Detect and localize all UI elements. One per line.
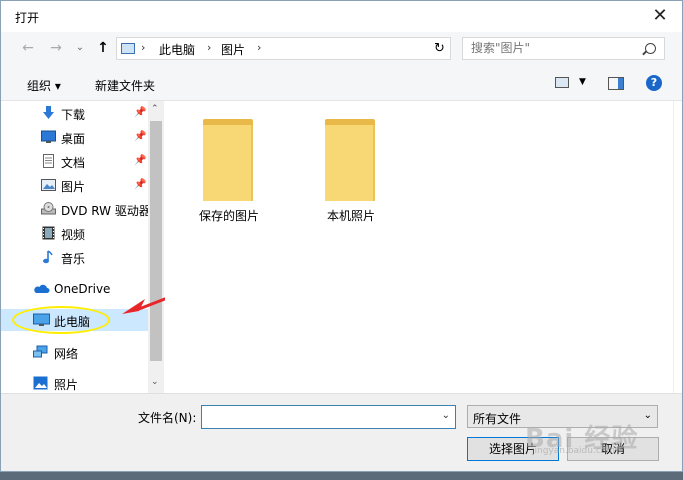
folder-name: 保存的图片 (198, 209, 259, 223)
sidebar-item-videos[interactable]: 视频 (1, 222, 148, 244)
file-list: 保存的图片 本机照片 (165, 101, 673, 393)
chevron-right-icon[interactable]: › (141, 41, 145, 54)
address-bar[interactable]: › 此电脑 › 图片 › ⌄ (116, 37, 535, 60)
breadcrumb-pictures[interactable]: 图片 (221, 41, 245, 58)
help-icon[interactable]: ? (646, 75, 662, 91)
file-name-field[interactable]: ⌄ (201, 405, 456, 429)
command-bar: 组织 ▾ 新建文件夹 ▼ ? (1, 65, 682, 101)
folder-item[interactable]: 保存的图片 (179, 119, 279, 224)
chevron-right-icon[interactable]: › (207, 41, 211, 54)
dialog-title: 打开 (15, 11, 40, 25)
pin-icon: 📌 (134, 179, 147, 190)
sidebar-item-label: DVD RW 驱动器 (61, 204, 148, 218)
back-arrow-icon[interactable]: ← (19, 39, 37, 57)
video-icon (42, 226, 55, 240)
change-view-icon[interactable] (555, 77, 569, 88)
pin-icon: 📌 (134, 155, 147, 166)
watermark-url: jingyan.baidu.com (532, 446, 616, 456)
sidebar-item-desktop[interactable]: 桌面 📌 (1, 126, 148, 148)
up-arrow-icon[interactable]: ↑ (94, 39, 112, 57)
pin-icon: 📌 (134, 131, 147, 142)
chevron-down-icon[interactable]: ⌄ (442, 410, 450, 421)
search-box[interactable] (462, 37, 665, 60)
sidebar-item-dvd-drive[interactable]: DVD RW 驱动器 (1, 198, 148, 220)
close-icon[interactable]: ✕ (646, 5, 674, 27)
navigation-bar: ← → ⌄ ↑ › 此电脑 › 图片 › ⌄ ↻ (1, 32, 682, 65)
dvd-drive-icon (41, 202, 56, 215)
pictures-icon (41, 179, 56, 191)
background-strip (0, 472, 683, 480)
sidebar-item-photos[interactable]: 照片 (1, 372, 148, 394)
new-folder-button[interactable]: 新建文件夹 (95, 77, 155, 94)
scroll-down-icon[interactable]: ⌄ (151, 377, 159, 387)
file-name-label: 文件名(N): (138, 411, 197, 425)
folder-item[interactable]: 本机照片 (301, 119, 401, 224)
chevron-down-icon[interactable]: ▼ (579, 77, 586, 87)
sidebar-item-downloads[interactable]: 下载 📌 (1, 102, 148, 124)
onedrive-icon (34, 284, 50, 293)
desktop-icon (41, 130, 56, 143)
title-bar: 打开 ✕ (1, 1, 682, 32)
search-input[interactable] (471, 41, 631, 55)
breadcrumb-this-pc[interactable]: 此电脑 (159, 41, 195, 58)
refresh-icon: ↻ (434, 41, 445, 56)
yellow-highlight-circle (12, 306, 110, 334)
scrollbar-thumb[interactable] (150, 121, 162, 361)
music-icon (43, 250, 53, 264)
chevron-down-icon: ⌄ (643, 410, 652, 421)
navigation-pane: 下载 📌 桌面 📌 文档 📌 图片 📌 DVD RW 驱动器 视频 音乐 One… (1, 101, 164, 393)
sidebar-item-label: 网络 (54, 347, 79, 361)
sidebar-item-documents[interactable]: 文档 📌 (1, 150, 148, 172)
content-scrollbar[interactable] (673, 101, 682, 393)
folder-name: 本机照片 (326, 209, 375, 223)
folder-icon (325, 119, 377, 201)
refresh-button[interactable]: ↻ (429, 37, 451, 60)
computer-icon (121, 43, 135, 54)
sidebar-scrollbar[interactable]: ⌃ ⌄ (148, 101, 164, 393)
download-icon (43, 106, 54, 119)
sidebar-item-label: 照片 (54, 378, 79, 392)
sidebar-item-label: 音乐 (61, 252, 86, 266)
open-dialog: 打开 ✕ ← → ⌄ ↑ › 此电脑 › 图片 › ⌄ ↻ 组织 ▾ 新建文件夹… (0, 0, 683, 472)
pin-icon: 📌 (134, 107, 147, 118)
folder-icon (203, 119, 255, 201)
document-icon (43, 154, 54, 168)
chevron-right-icon[interactable]: › (257, 41, 261, 54)
scroll-up-icon[interactable]: ⌃ (151, 104, 159, 114)
forward-arrow-icon[interactable]: → (47, 39, 65, 57)
file-type-value: 所有文件 (473, 412, 522, 426)
organize-menu[interactable]: 组织 ▾ (27, 77, 61, 94)
search-icon[interactable] (645, 43, 656, 54)
sidebar-item-pictures[interactable]: 图片 📌 (1, 174, 148, 196)
sidebar-item-music[interactable]: 音乐 (1, 246, 148, 268)
recent-locations-icon[interactable]: ⌄ (71, 39, 89, 57)
preview-pane-icon[interactable] (608, 77, 624, 90)
network-icon (33, 345, 48, 358)
photos-icon (33, 376, 48, 390)
sidebar-item-network[interactable]: 网络 (1, 341, 148, 363)
sidebar-item-label: 视频 (61, 228, 86, 242)
